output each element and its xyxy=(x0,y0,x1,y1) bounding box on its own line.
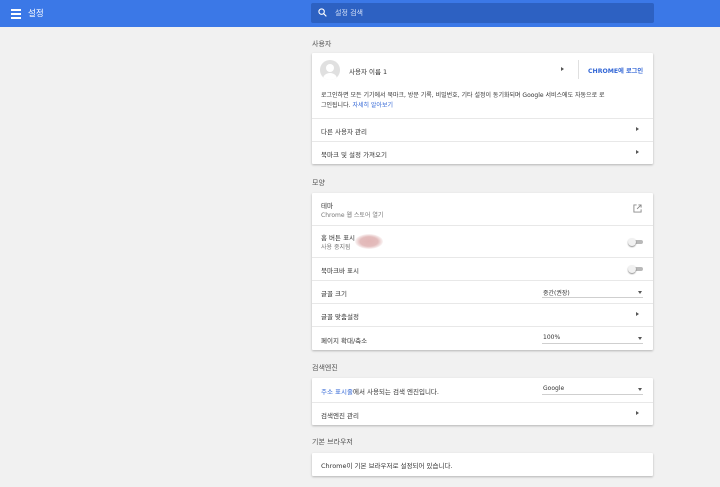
redaction-blur xyxy=(355,234,383,249)
customize-fonts-row[interactable]: 글꼴 맞춤설정 xyxy=(312,303,653,326)
page-zoom-row: 페이지 확대/축소 100% xyxy=(312,326,653,350)
chevron-right-icon xyxy=(636,127,639,131)
section-title-default-browser: 기본 브라우저 xyxy=(312,438,353,446)
avatar-person-icon xyxy=(323,64,337,80)
appearance-card: 테마 Chrome 웹 스토어 열기 홈 버튼 표시 사용 중지됨 북마크바 표… xyxy=(312,193,653,350)
chevron-right-icon xyxy=(636,150,639,154)
profile-row[interactable]: 사용자 이름 1 CHROME에 로그인 xyxy=(312,53,653,86)
import-bookmarks-label: 북마크 및 설정 가져오기 xyxy=(321,151,387,159)
user-name: 사용자 이름 1 xyxy=(349,68,388,76)
manage-users-label: 다른 사용자 관리 xyxy=(321,128,367,136)
dropdown-caret-icon xyxy=(638,291,642,294)
section-title-search-engine: 검색엔진 xyxy=(312,364,338,372)
search-engine-value: Google xyxy=(543,385,565,392)
signin-desc-prefix: 로그인하면 모든 기기에서 북마크, 방문 기록, 비밀번호, 기타 설정이 동… xyxy=(321,92,605,99)
manage-users-row[interactable]: 다른 사용자 관리 xyxy=(312,118,653,141)
hamburger-menu-icon[interactable] xyxy=(11,9,21,19)
search-box[interactable] xyxy=(311,3,654,23)
learn-more-link[interactable]: 자세히 알아보기 xyxy=(352,102,393,109)
profile-arrow-icon[interactable] xyxy=(561,67,564,71)
font-size-label: 글꼴 크기 xyxy=(321,290,347,298)
page-zoom-label: 페이지 확대/축소 xyxy=(321,337,368,345)
bookmarks-bar-toggle[interactable] xyxy=(628,265,644,273)
font-size-select[interactable]: 중간(권장) xyxy=(542,287,643,298)
default-browser-row: Chrome이 기본 브라우저로 설정되어 있습니다. xyxy=(312,453,653,476)
page-zoom-value: 100% xyxy=(543,334,561,341)
theme-sublabel: Chrome 웹 스토어 열기 xyxy=(321,212,384,219)
open-in-new-icon[interactable] xyxy=(633,204,642,213)
signin-description: 로그인하면 모든 기기에서 북마크, 방문 기록, 비밀번호, 기타 설정이 동… xyxy=(312,86,653,118)
chevron-right-icon xyxy=(636,411,639,415)
signin-divider xyxy=(578,60,579,79)
dropdown-caret-icon xyxy=(638,388,642,391)
signin-chrome-button[interactable]: CHROME에 로그인 xyxy=(588,66,643,75)
search-engine-row: 주소 표시줄에서 사용되는 검색 엔진입니다. Google xyxy=(312,378,653,402)
signin-description-text: 로그인하면 모든 기기에서 북마크, 방문 기록, 비밀번호, 기타 설정이 동… xyxy=(321,91,647,111)
signin-desc-suffix: 그인됩니다. xyxy=(321,102,351,109)
default-browser-card: Chrome이 기본 브라우저로 설정되어 있습니다. xyxy=(312,453,653,476)
import-bookmarks-row[interactable]: 북마크 및 설정 가져오기 xyxy=(312,141,653,164)
search-icon xyxy=(318,8,327,17)
search-engine-card: 주소 표시줄에서 사용되는 검색 엔진입니다. Google 검색엔진 관리 xyxy=(312,378,653,425)
search-input[interactable] xyxy=(335,3,635,23)
section-title-people: 사용자 xyxy=(312,40,332,48)
theme-row[interactable]: 테마 Chrome 웹 스토어 열기 xyxy=(312,193,653,225)
customize-fonts-label: 글꼴 맞춤설정 xyxy=(321,313,359,321)
manage-search-engines-row[interactable]: 검색엔진 관리 xyxy=(312,402,653,425)
people-card: 사용자 이름 1 CHROME에 로그인 로그인하면 모든 기기에서 북마크, … xyxy=(312,53,653,164)
theme-label: 테마 xyxy=(321,202,333,210)
section-title-appearance: 모양 xyxy=(312,179,325,187)
home-button-toggle[interactable] xyxy=(628,238,644,246)
address-bar-link[interactable]: 주소 표시줄 xyxy=(321,388,353,396)
chevron-right-icon xyxy=(636,312,639,316)
dropdown-caret-icon xyxy=(638,337,642,340)
font-size-value: 중간(권장) xyxy=(543,290,570,297)
search-engine-description: 주소 표시줄에서 사용되는 검색 엔진입니다. xyxy=(321,386,439,396)
font-size-row: 글꼴 크기 중간(권장) xyxy=(312,280,653,303)
bookmarks-bar-label: 북마크바 표시 xyxy=(321,267,359,275)
top-bar: 설정 xyxy=(0,0,720,27)
manage-search-engines-label: 검색엔진 관리 xyxy=(321,412,359,420)
default-browser-status: Chrome이 기본 브라우저로 설정되어 있습니다. xyxy=(321,462,453,470)
page-title: 설정 xyxy=(28,9,44,19)
bookmarks-bar-row[interactable]: 북마크바 표시 xyxy=(312,257,653,280)
avatar xyxy=(320,60,340,80)
home-button-sublabel: 사용 중지됨 xyxy=(321,244,351,251)
search-engine-select[interactable]: Google xyxy=(542,384,643,395)
page-zoom-select[interactable]: 100% xyxy=(542,333,643,344)
search-engine-desc-rest: 에서 사용되는 검색 엔진입니다. xyxy=(352,388,439,396)
home-button-label: 홈 버튼 표시 xyxy=(321,234,356,242)
